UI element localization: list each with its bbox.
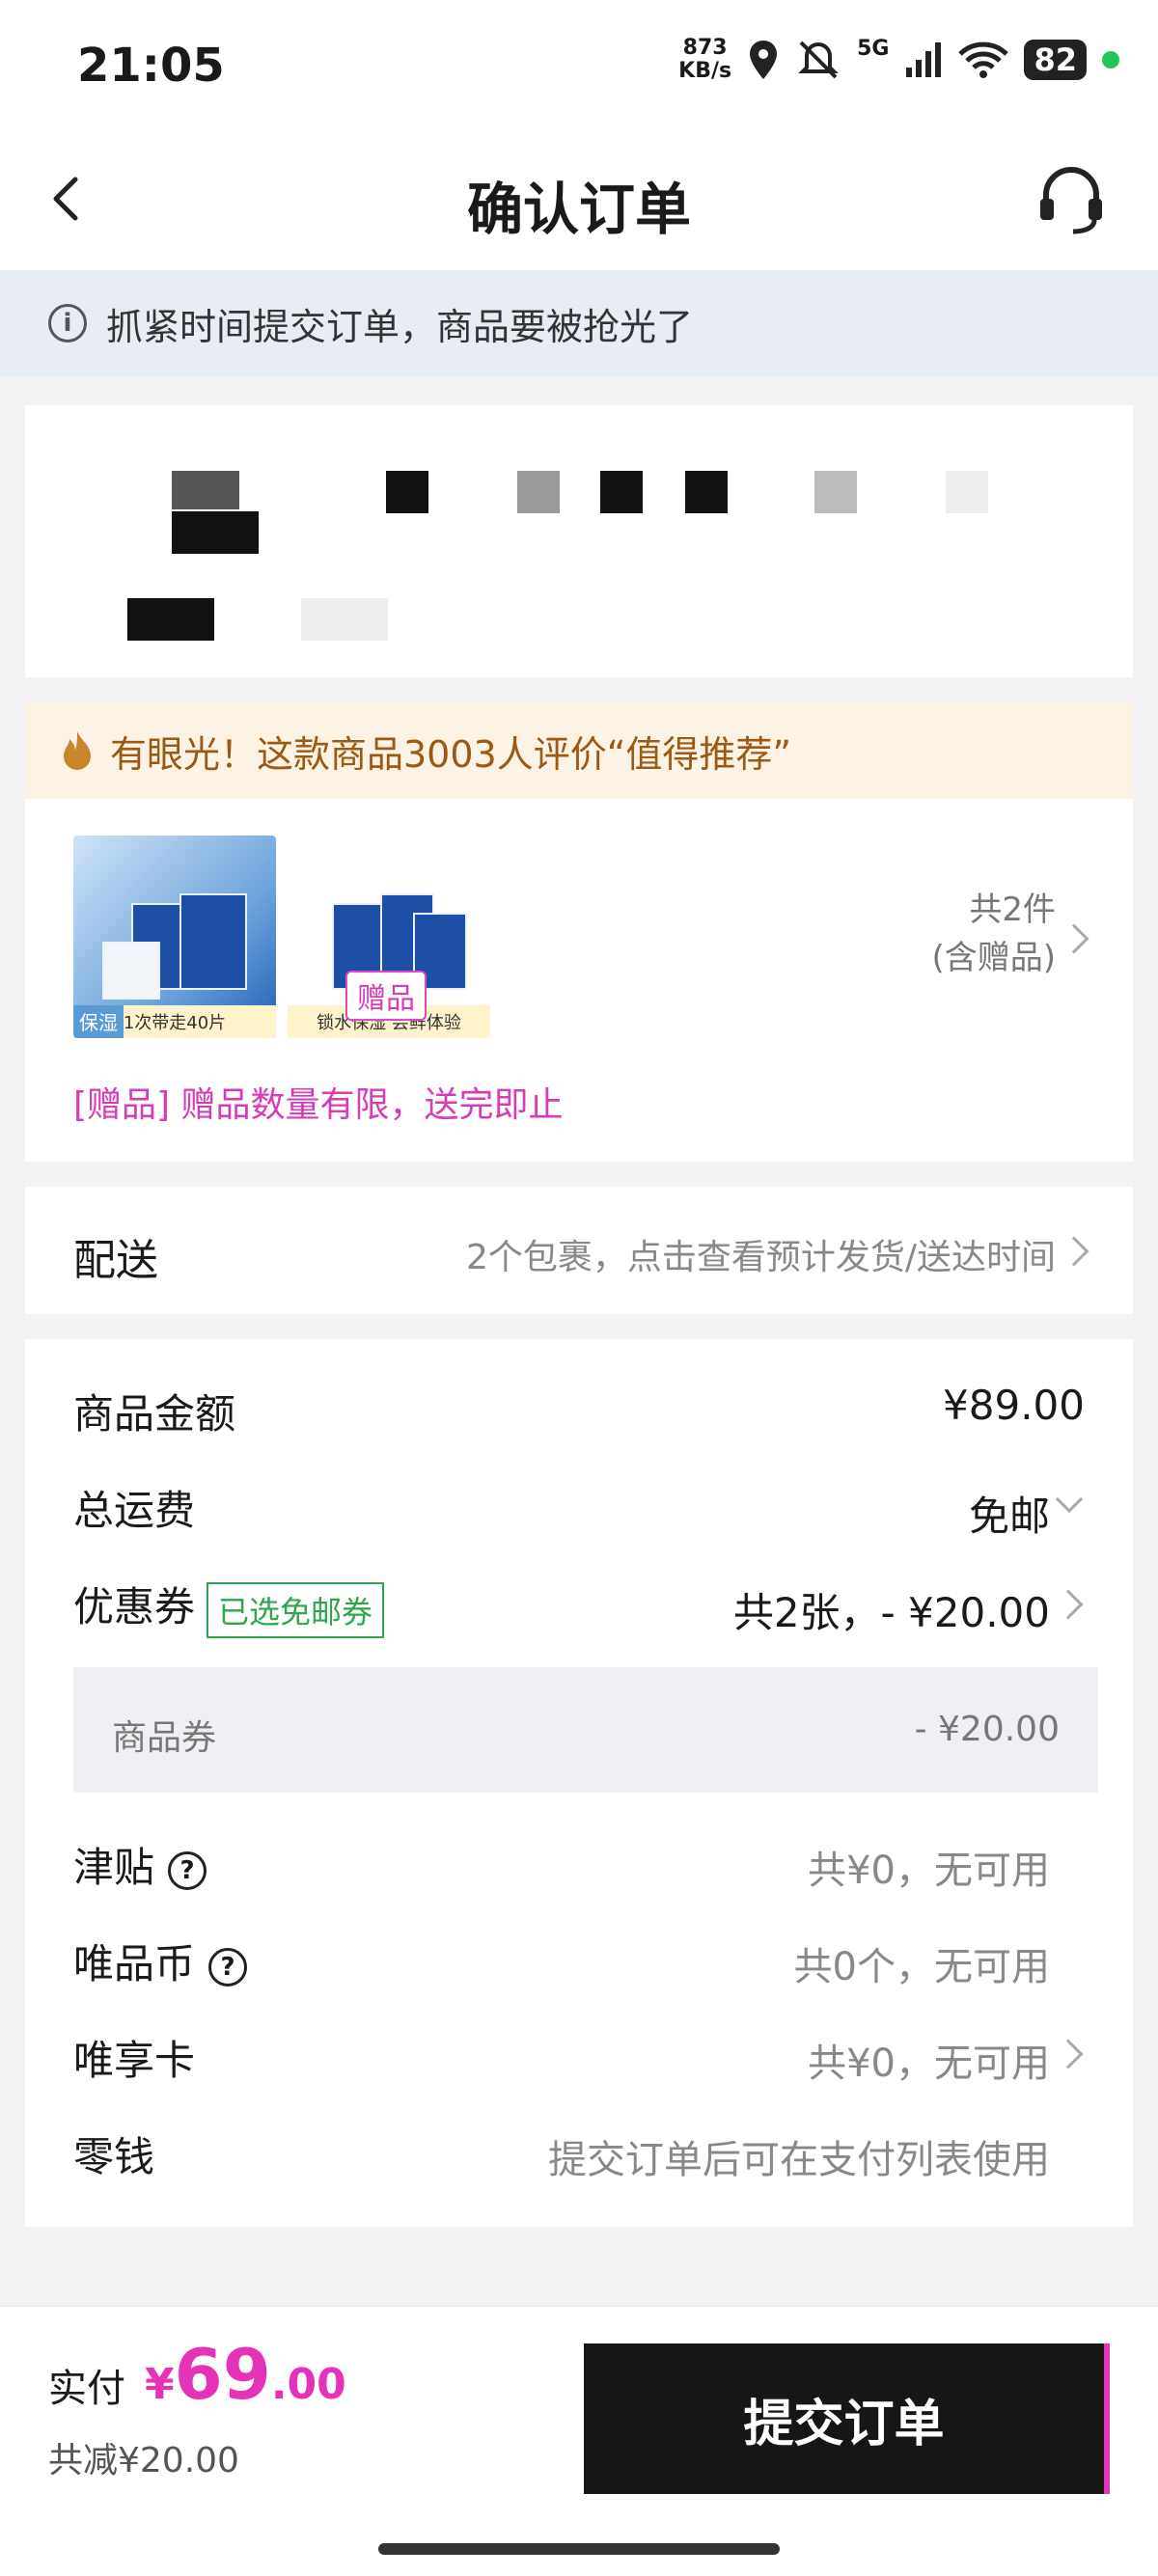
product-box xyxy=(102,942,160,1000)
flame-icon xyxy=(64,731,91,770)
urgency-notice: i 抓紧时间提交订单，商品要被抢光了 xyxy=(0,270,1158,376)
chevron-right-icon xyxy=(1059,1236,1089,1267)
help-icon[interactable]: ? xyxy=(168,1850,207,1890)
pay-amount-dec: .00 xyxy=(270,2360,346,2409)
gift-badge: 赠品 xyxy=(345,971,427,1021)
subsidy-value: 共¥0，无可用 xyxy=(808,1849,1050,1893)
redacted-block xyxy=(814,471,857,513)
redacted-block xyxy=(600,471,643,513)
coins-value: 共0个，无可用 xyxy=(793,1945,1050,1989)
status-bar: 21:05 873 KB/s 5G 82 xyxy=(0,0,1158,135)
coupon-label: 优惠券 xyxy=(73,1583,196,1631)
goods-count-note: (含赠品) xyxy=(931,939,1056,977)
coins-label: 唯品币 xyxy=(73,1940,196,1987)
goods-count-text: 共2件 xyxy=(969,891,1056,929)
redacted-block xyxy=(685,471,728,513)
coupon-value[interactable]: 共2张，- ¥20.00 xyxy=(733,1580,1050,1639)
privacy-dot-icon xyxy=(1102,51,1119,69)
product-box xyxy=(179,893,247,990)
submit-order-button[interactable]: 提交订单 xyxy=(584,2343,1110,2494)
redacted-block xyxy=(172,511,259,554)
redacted-block xyxy=(386,471,428,513)
delivery-value: 2个包裹，点击查看预计发货/送达时间 xyxy=(465,1238,1056,1277)
redacted-block xyxy=(946,471,988,513)
goods-amount-label: 商品金额 xyxy=(73,1390,236,1438)
nav-bar: 确认订单 xyxy=(0,135,1158,270)
card-value[interactable]: 共¥0，无可用 xyxy=(808,2032,1050,2088)
coupon-row[interactable]: 优惠券 已选免邮券 xyxy=(73,1575,385,1638)
chevron-right-icon xyxy=(1053,2039,1084,2069)
subsidy-label: 津贴 xyxy=(73,1844,155,1891)
location-icon xyxy=(750,41,778,79)
card-label: 唯享卡 xyxy=(73,2037,196,2084)
subsidy-row: 津贴? xyxy=(73,1835,207,1894)
net-speed: 873 KB/s xyxy=(678,37,731,83)
change-label: 零钱 xyxy=(73,2133,155,2180)
address-card[interactable] xyxy=(25,405,1133,677)
pay-amount: ¥69.00 xyxy=(145,2334,346,2415)
recommend-text: 有眼光！这款商品3003人评价“值得推荐” xyxy=(110,732,792,776)
coupon-detail: 商品券 - ¥20.00 xyxy=(73,1667,1098,1793)
coupon-sub-label: 商品券 xyxy=(112,1718,217,1758)
customer-service-icon[interactable] xyxy=(1033,162,1110,239)
shipping-label: 总运费 xyxy=(73,1487,196,1534)
net-speed-unit: KB/s xyxy=(678,59,732,83)
price-card: 商品金额 ¥89.00 总运费 免邮 优惠券 已选免邮券 共2张，- ¥20.00… xyxy=(25,1339,1133,2227)
chevron-down-icon[interactable] xyxy=(1055,1485,1084,1514)
network-type: 5G xyxy=(857,37,890,61)
status-time: 21:05 xyxy=(77,39,225,93)
goods-count[interactable]: 共2件 (含赠品) xyxy=(931,886,1056,982)
signal-icon xyxy=(906,42,942,77)
recommend-banner: 有眼光！这款商品3003人评价“值得推荐” xyxy=(25,702,1133,799)
status-icons: 873 KB/s 5G 82 xyxy=(678,37,1119,83)
product-image[interactable]: 1次带走40片 保湿 xyxy=(73,836,276,1038)
change-value: 提交订单后可在支付列表使用 xyxy=(548,2138,1050,2182)
home-indicator[interactable] xyxy=(378,2543,780,2555)
checkout-bar: 实付 ¥69.00 共减¥20.00 提交订单 xyxy=(0,2306,1158,2576)
battery-indicator: 82 xyxy=(1024,40,1087,80)
product-tag: 保湿 xyxy=(73,1005,124,1038)
coupon-sub-value: - ¥20.00 xyxy=(914,1710,1060,1749)
pay-currency: ¥ xyxy=(145,2360,175,2409)
saved-amount: 共减¥20.00 xyxy=(48,2441,239,2480)
net-speed-value: 873 xyxy=(682,36,728,60)
pay-amount-int: 69 xyxy=(174,2334,271,2415)
coins-row: 唯品币? xyxy=(73,1932,248,1990)
redacted-block xyxy=(517,471,560,513)
mute-icon xyxy=(798,41,839,79)
goods-amount-value: ¥89.00 xyxy=(943,1382,1085,1429)
shipping-value[interactable]: 免邮 xyxy=(969,1484,1050,1543)
redacted-block xyxy=(127,598,214,641)
chevron-right-icon xyxy=(1059,923,1089,954)
redacted-block xyxy=(172,471,239,509)
pay-label: 实付 xyxy=(48,2367,125,2411)
wifi-icon xyxy=(958,41,1009,78)
gift-note: [赠品] 赠品数量有限，送完即止 xyxy=(73,1085,564,1125)
delivery-card[interactable]: 配送 2个包裹，点击查看预计发货/送达时间 xyxy=(25,1187,1133,1314)
coupon-badge: 已选免邮券 xyxy=(207,1581,385,1638)
page-title: 确认订单 xyxy=(466,177,691,242)
redacted-block xyxy=(301,598,388,641)
goods-card[interactable]: 1次带走40片 保湿 锁水保湿 尝鲜体验 赠品 共2件 (含赠品) [赠品] 赠… xyxy=(25,799,1133,1162)
help-icon[interactable]: ? xyxy=(208,1947,248,1987)
chevron-right-icon xyxy=(1053,1589,1084,1620)
info-icon: i xyxy=(48,304,87,343)
notice-text: 抓紧时间提交订单，商品要被抢光了 xyxy=(106,305,694,348)
delivery-label: 配送 xyxy=(73,1236,158,1285)
